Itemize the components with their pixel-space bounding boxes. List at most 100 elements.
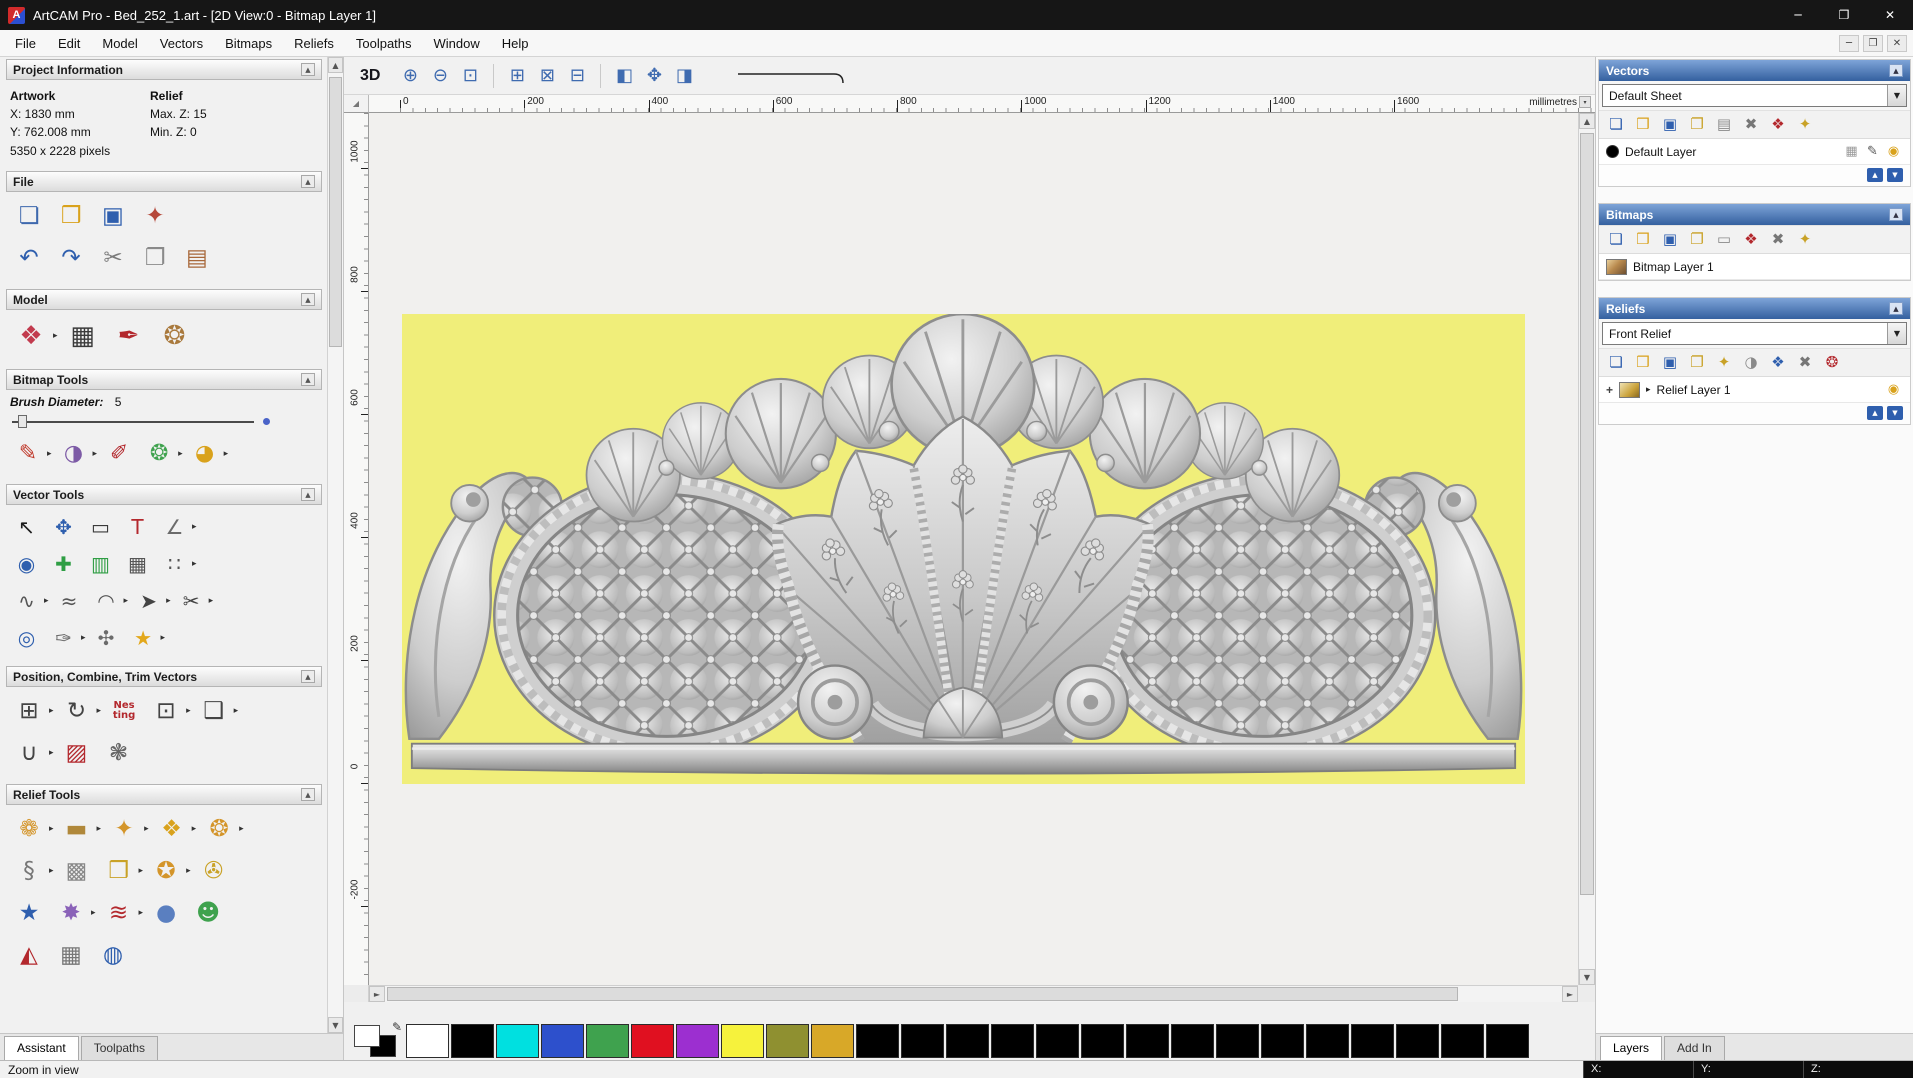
material-icon[interactable]: ❂ <box>154 315 196 357</box>
extrude-icon[interactable]: ✪ <box>147 852 185 890</box>
chevron-down-icon[interactable]: ▼ <box>1887 85 1906 106</box>
save-relief-icon[interactable]: ▣ <box>1658 352 1682 373</box>
tab-assistant[interactable]: Assistant <box>4 1036 79 1060</box>
invert-relief-icon[interactable]: ◑ <box>1739 352 1763 373</box>
layer-edit-icon[interactable]: ✎ <box>1863 143 1882 161</box>
flyout-arrow-icon[interactable]: ▸ <box>144 824 149 834</box>
menu-window[interactable]: Window <box>423 32 491 55</box>
set-model-size-icon[interactable]: ❖ <box>10 315 52 357</box>
collapse-icon[interactable]: ▲ <box>1889 302 1903 315</box>
turn-wizard-icon[interactable]: ≋ <box>100 894 138 932</box>
texture-relief-icon[interactable]: ✸ <box>52 894 90 932</box>
transfer-relief-icon[interactable]: ❂ <box>1820 352 1844 373</box>
trim-vectors-icon[interactable]: ✂ <box>175 584 208 617</box>
collapse-icon[interactable]: ▲ <box>1889 208 1903 221</box>
move-layer-up-button[interactable]: ▲ <box>1867 168 1883 182</box>
delete-layer-icon[interactable]: ✖ <box>1739 114 1763 135</box>
collapse-icon[interactable]: ▲ <box>301 788 315 801</box>
expander-icon[interactable]: ▸ <box>1646 385 1651 395</box>
transform-vectors-icon[interactable]: ✥ <box>47 510 80 543</box>
previous-view-icon[interactable]: ◧ <box>610 62 638 90</box>
smooth-relief-icon[interactable]: ▬ <box>58 810 96 848</box>
angled-plane-icon[interactable]: ◭ <box>10 936 48 974</box>
scroll-left-icon[interactable]: ► <box>369 986 385 1002</box>
dome-wizard-icon[interactable]: ● <box>147 894 185 932</box>
menu-file[interactable]: File <box>4 32 47 55</box>
vectors-header[interactable]: Vectors ▲ <box>1599 60 1910 81</box>
scrollbar-thumb[interactable] <box>387 987 1458 1001</box>
weave-wizard-icon[interactable]: ▩ <box>58 852 96 890</box>
paste-icon[interactable]: ▤ <box>178 239 216 277</box>
fit-curve-icon[interactable]: ≈ <box>53 584 86 617</box>
palette-swatch-10[interactable] <box>856 1024 899 1058</box>
project-information-header[interactable]: Project Information ▲ <box>6 59 322 80</box>
move-layer-down-button[interactable]: ▼ <box>1887 168 1903 182</box>
create-circle-icon[interactable]: ◉ <box>10 547 43 580</box>
menu-reliefs[interactable]: Reliefs <box>283 32 345 55</box>
flyout-arrow-icon[interactable]: ▸ <box>178 449 183 459</box>
scale-relief-icon[interactable]: ❖ <box>1766 352 1790 373</box>
mdi-restore-button[interactable]: ❐ <box>1863 34 1883 52</box>
vector-doctor-icon[interactable]: ✑ <box>47 621 80 654</box>
create-arc-icon[interactable]: ◠ <box>90 584 123 617</box>
flyout-arrow-icon[interactable]: ▸ <box>49 824 54 834</box>
flyout-arrow-icon[interactable]: ▸ <box>224 449 229 459</box>
maximize-button[interactable]: ❐ <box>1821 0 1867 30</box>
menu-help[interactable]: Help <box>491 32 540 55</box>
slider-handle[interactable] <box>18 415 27 428</box>
palette-swatch-0[interactable] <box>406 1024 449 1058</box>
export-model-icon[interactable]: ✦ <box>136 197 174 235</box>
collapse-icon[interactable]: ▲ <box>301 175 315 188</box>
flyout-arrow-icon[interactable]: ▸ <box>97 824 102 834</box>
zoom-fit-icon[interactable]: ⊞ <box>503 62 531 90</box>
greyscale-bitmap-icon[interactable]: ▭ <box>1712 229 1736 250</box>
sculpting-icon[interactable]: ✦ <box>105 810 143 848</box>
position-combine-trim-header[interactable]: Position, Combine, Trim Vectors ▲ <box>6 666 322 687</box>
layer-row-relief-layer-1[interactable]: + ▸ Relief Layer 1 ◉ <box>1599 377 1910 403</box>
flood-fill-icon[interactable]: ◕ <box>187 436 223 472</box>
tab-add-in[interactable]: Add In <box>1664 1036 1725 1060</box>
create-rectangle-icon[interactable]: ▭ <box>84 510 117 543</box>
create-text-icon[interactable]: T <box>121 510 154 543</box>
isoform-icon[interactable]: § <box>10 852 48 890</box>
save-sheet-icon[interactable]: ▣ <box>1658 114 1682 135</box>
mdi-close-button[interactable]: ✕ <box>1887 34 1907 52</box>
star-wizard-icon[interactable]: ★ <box>10 894 48 932</box>
left-panel-scrollbar[interactable]: ▲ ▼ <box>327 57 343 1033</box>
block-copy-icon[interactable]: ⊞ <box>10 692 48 730</box>
flyout-arrow-icon[interactable]: ▸ <box>49 748 54 758</box>
flyout-arrow-icon[interactable]: ▸ <box>49 866 54 876</box>
palette-swatch-19[interactable] <box>1261 1024 1304 1058</box>
file-section-header[interactable]: File ▲ <box>6 171 322 192</box>
sheet-selector[interactable]: Default Sheet ▼ <box>1602 84 1907 107</box>
swept-profile-icon[interactable]: ❖ <box>153 810 191 848</box>
rotate-copy-icon[interactable]: ↻ <box>58 692 96 730</box>
zoom-window-icon[interactable]: ⊡ <box>456 62 484 90</box>
collapse-icon[interactable]: ▲ <box>301 293 315 306</box>
open-relief-icon[interactable]: ❒ <box>1631 352 1655 373</box>
relief-visibility-icon[interactable]: ◉ <box>1884 381 1903 399</box>
palette-swatch-18[interactable] <box>1216 1024 1259 1058</box>
smooth-relief-layer-icon[interactable]: ✦ <box>1712 352 1736 373</box>
wrap-relief-icon[interactable]: ◍ <box>94 936 132 974</box>
ruler-corner[interactable]: ◢ <box>344 95 369 113</box>
flyout-arrow-icon[interactable]: ▸ <box>161 633 166 643</box>
minimize-button[interactable]: ─ <box>1775 0 1821 30</box>
relief-tools-header[interactable]: Relief Tools ▲ <box>6 784 322 805</box>
move-relief-down-button[interactable]: ▼ <box>1887 406 1903 420</box>
paste-along-curve-icon[interactable]: ✚ <box>47 547 80 580</box>
collapse-icon[interactable]: ▲ <box>301 373 315 386</box>
menu-toolpaths[interactable]: Toolpaths <box>345 32 423 55</box>
flyout-arrow-icon[interactable]: ▸ <box>209 596 214 606</box>
palette-swatch-4[interactable] <box>586 1024 629 1058</box>
flyout-arrow-icon[interactable]: ▸ <box>192 522 197 532</box>
sculpt-model-icon[interactable]: ✒ <box>108 315 150 357</box>
horizontal-scrollbar[interactable]: ► ► <box>369 985 1578 1002</box>
palette-swatch-14[interactable] <box>1036 1024 1079 1058</box>
fillet-icon[interactable]: ◎ <box>10 621 43 654</box>
layer-snap-icon[interactable]: ▦ <box>1842 143 1861 161</box>
bitmaps-header[interactable]: Bitmaps ▲ <box>1599 204 1910 225</box>
offset-relief-icon[interactable]: ❒ <box>100 852 138 890</box>
pan-view-icon[interactable]: ✥ <box>640 62 668 90</box>
palette-swatch-21[interactable] <box>1351 1024 1394 1058</box>
